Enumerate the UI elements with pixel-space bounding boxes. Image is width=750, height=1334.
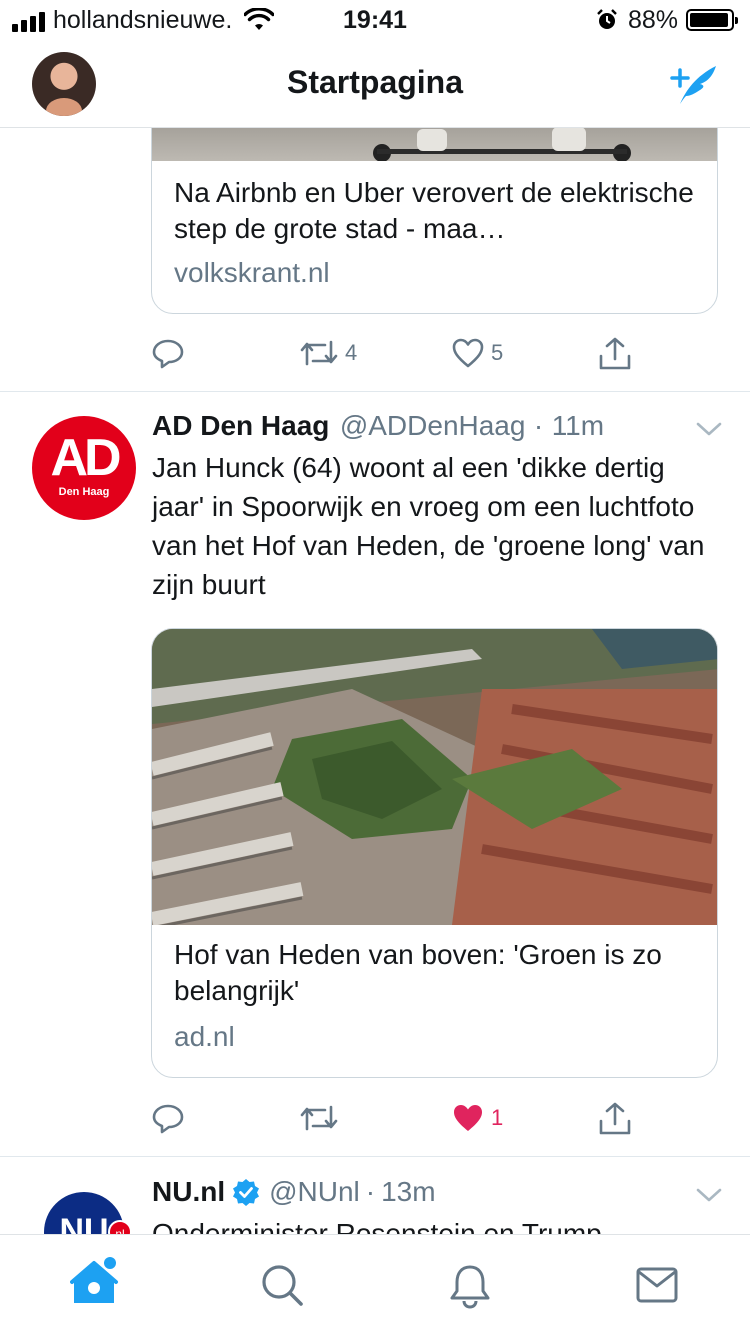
share-icon bbox=[599, 1102, 631, 1135]
card-image bbox=[152, 128, 717, 161]
tab-notifications[interactable] bbox=[448, 1263, 492, 1314]
reply-button[interactable] bbox=[151, 336, 191, 370]
card-image bbox=[152, 629, 717, 925]
tweet-actions: 1 bbox=[151, 1101, 651, 1141]
tweet-divider bbox=[0, 1156, 750, 1157]
bell-icon bbox=[450, 1265, 490, 1309]
retweet-button[interactable]: 4 bbox=[299, 336, 357, 370]
retweet-icon bbox=[300, 1105, 338, 1131]
tweet-menu-button[interactable] bbox=[694, 1184, 724, 1211]
retweet-icon bbox=[300, 340, 338, 366]
like-count: 1 bbox=[491, 1105, 504, 1130]
compose-tweet-button[interactable] bbox=[666, 60, 720, 113]
nu-nl-avatar[interactable]: NU nl bbox=[44, 1192, 132, 1234]
status-bar: hollandsnieuwe. 19:41 88% bbox=[0, 0, 750, 40]
battery-icon bbox=[686, 9, 738, 31]
chevron-down-icon bbox=[696, 1188, 722, 1202]
author-name[interactable]: AD Den Haag bbox=[152, 410, 329, 441]
share-button[interactable] bbox=[597, 336, 633, 372]
tweet-actions: 4 5 bbox=[151, 336, 651, 376]
verified-badge-icon bbox=[233, 1179, 260, 1206]
envelope-icon bbox=[636, 1267, 678, 1303]
page-title: Startpagina bbox=[286, 64, 464, 100]
timeline-feed[interactable]: Na Airbnb en Uber verovert de elektrisch… bbox=[0, 128, 750, 1234]
retweet-button[interactable] bbox=[299, 1101, 345, 1135]
alarm-clock-icon bbox=[596, 9, 618, 36]
home-icon bbox=[70, 1257, 118, 1303]
tweet-time: 11m bbox=[551, 410, 605, 441]
share-button[interactable] bbox=[597, 1101, 633, 1137]
search-icon bbox=[262, 1265, 303, 1306]
heart-icon bbox=[452, 338, 484, 368]
like-button[interactable]: 5 bbox=[451, 336, 503, 370]
author-handle[interactable]: @NUnl bbox=[269, 1176, 360, 1208]
compose-quill-icon bbox=[670, 66, 716, 104]
avatar-logo-text: AD bbox=[50, 429, 121, 487]
share-icon bbox=[599, 337, 631, 370]
card-title: Na Airbnb en Uber verovert de elektrisch… bbox=[174, 177, 694, 244]
card-title: Hof van Heden van boven: 'Groen is zo be… bbox=[174, 939, 662, 1006]
ad-den-haag-avatar[interactable]: AD Den Haag bbox=[32, 416, 136, 520]
tweet-time: 13m bbox=[381, 1176, 436, 1207]
tweet-text: Onderminister Rosenstein en Trump bbox=[152, 1218, 602, 1234]
heart-filled-icon bbox=[454, 1105, 482, 1131]
reply-icon bbox=[152, 339, 184, 369]
chevron-down-icon bbox=[696, 422, 722, 436]
bottom-tab-bar bbox=[0, 1234, 750, 1334]
link-card[interactable]: Na Airbnb en Uber verovert de elektrisch… bbox=[151, 128, 718, 314]
meta-separator: · bbox=[365, 1176, 376, 1207]
top-nav-bar: Startpagina bbox=[0, 40, 750, 128]
author-name[interactable]: NU.nl bbox=[152, 1176, 225, 1208]
like-count: 5 bbox=[491, 340, 504, 365]
tweet-menu-button[interactable] bbox=[694, 418, 724, 445]
reply-icon bbox=[152, 1104, 184, 1134]
card-domain: volkskrant.nl bbox=[174, 257, 330, 288]
card-domain: ad.nl bbox=[174, 1021, 235, 1052]
like-button[interactable]: 1 bbox=[451, 1101, 503, 1135]
tab-home[interactable] bbox=[70, 1255, 120, 1312]
tweet-divider bbox=[0, 391, 750, 392]
avatar-badge: nl bbox=[108, 1220, 132, 1234]
avatar-logo-subtext: Den Haag bbox=[58, 486, 110, 498]
author-handle[interactable]: @ADDenHaag bbox=[340, 410, 526, 441]
tweet-text: Jan Hunck (64) woont al een 'dikke derti… bbox=[152, 452, 705, 600]
tab-messages[interactable] bbox=[636, 1267, 678, 1308]
tab-search[interactable] bbox=[260, 1263, 304, 1312]
tweet-header: NU.nl @NUnl · 13m bbox=[152, 1176, 436, 1208]
reply-button[interactable] bbox=[151, 1101, 191, 1135]
meta-separator: · bbox=[533, 410, 544, 441]
retweet-count: 4 bbox=[345, 340, 358, 365]
battery-percentage: 88% bbox=[628, 6, 679, 34]
link-card[interactable]: Hof van Heden van boven: 'Groen is zo be… bbox=[151, 628, 718, 1078]
tweet-header: AD Den Haag @ADDenHaag · 11m bbox=[152, 410, 604, 442]
